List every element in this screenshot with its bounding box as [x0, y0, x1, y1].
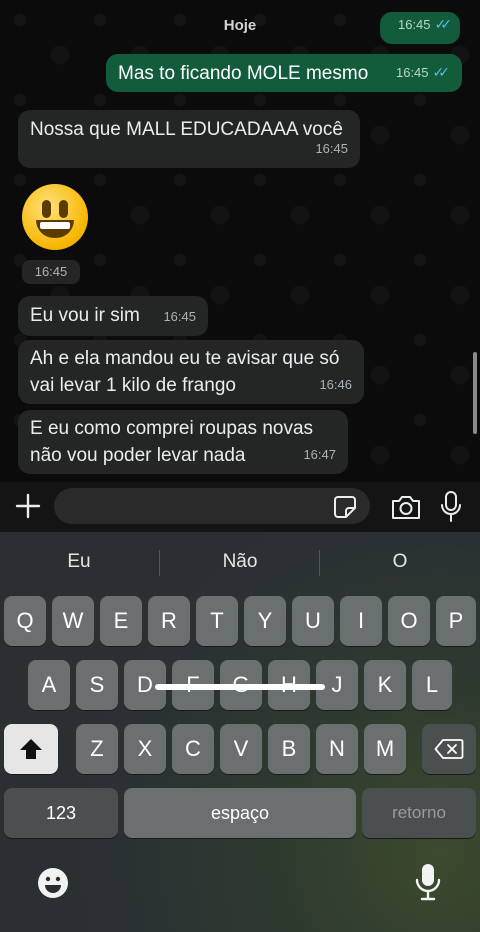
message-text-line: E eu como comprei roupas novas: [30, 418, 314, 439]
message-time: 16:45: [163, 309, 196, 324]
backspace-icon: [434, 739, 464, 759]
message-input-bar: [0, 482, 480, 532]
message-time: 16:47: [303, 447, 336, 462]
message-text: Nossa que MALL EDUCADAAA você: [30, 119, 343, 140]
shift-icon: [20, 739, 42, 759]
key-c[interactable]: C: [172, 724, 214, 774]
message-text-line: Ah e ela mandou eu te avisar que só: [30, 348, 340, 369]
camera-icon[interactable]: [390, 492, 422, 522]
key-k[interactable]: K: [364, 660, 406, 710]
key-a[interactable]: A: [28, 660, 70, 710]
key-s[interactable]: S: [76, 660, 118, 710]
home-indicator[interactable]: [155, 684, 325, 690]
message-time: 16:45: [315, 141, 348, 156]
message-text: Mas to ficando MOLE mesmo: [118, 63, 369, 84]
key-u[interactable]: U: [292, 596, 334, 646]
date-label: Hoje: [223, 17, 257, 34]
keyboard: Eu Não O Q W E R T Y U I O P A S D F G H…: [0, 532, 480, 932]
key-y[interactable]: Y: [244, 596, 286, 646]
shift-key[interactable]: [4, 724, 58, 774]
message-time: 16:45: [22, 260, 80, 284]
double-check-icon: ✓✓: [432, 64, 451, 80]
message-bubble-outgoing[interactable]: 16:45 ✓✓: [380, 12, 460, 44]
space-key[interactable]: espaço: [124, 788, 356, 838]
key-w[interactable]: W: [52, 596, 94, 646]
message-bubble-incoming[interactable]: Ah e ela mandou eu te avisar que só vai …: [18, 340, 364, 404]
message-time: 16:46: [319, 377, 352, 392]
message-text: Eu vou ir sim: [30, 305, 140, 326]
key-q[interactable]: Q: [4, 596, 46, 646]
message-bubble-incoming[interactable]: Nossa que MALL EDUCADAAA você 16:45: [18, 110, 360, 168]
key-t[interactable]: T: [196, 596, 238, 646]
emoji-icon[interactable]: [36, 866, 70, 900]
message-input[interactable]: [54, 488, 370, 524]
suggestion-item[interactable]: Eu: [0, 542, 158, 582]
suggestion-item[interactable]: Não: [160, 542, 320, 582]
suggestion-item[interactable]: O: [320, 542, 480, 582]
message-time: 16:45: [395, 65, 429, 80]
sticker-icon[interactable]: [332, 494, 358, 520]
message-bubble-incoming[interactable]: E eu como comprei roupas novas não vou p…: [18, 410, 348, 474]
return-key[interactable]: retorno: [362, 788, 476, 838]
message-bubble-outgoing[interactable]: Mas to ficando MOLE mesmo 16:45 ✓✓: [106, 54, 462, 92]
key-i[interactable]: I: [340, 596, 382, 646]
key-v[interactable]: V: [220, 724, 262, 774]
chat-area[interactable]: Hoje 16:45 ✓✓ Mas to ficando MOLE mesmo …: [0, 0, 480, 482]
smiley-emoji-message[interactable]: [22, 184, 88, 250]
dictation-icon[interactable]: [414, 862, 442, 902]
backspace-key[interactable]: [422, 724, 476, 774]
message-time: 16:45: [397, 17, 431, 32]
message-text-line: vai levar 1 kilo de frango: [30, 375, 236, 396]
key-l[interactable]: L: [412, 660, 452, 710]
message-text-line: não vou poder levar nada: [30, 445, 246, 466]
key-o[interactable]: O: [388, 596, 430, 646]
key-z[interactable]: Z: [76, 724, 118, 774]
mic-icon[interactable]: [438, 490, 464, 524]
numbers-key[interactable]: 123: [4, 788, 118, 838]
key-e[interactable]: E: [100, 596, 142, 646]
key-p[interactable]: P: [436, 596, 476, 646]
key-r[interactable]: R: [148, 596, 190, 646]
double-check-icon: ✓✓: [434, 16, 453, 32]
plus-icon[interactable]: [12, 490, 44, 522]
key-b[interactable]: B: [268, 724, 310, 774]
message-bubble-incoming[interactable]: Eu vou ir sim 16:45: [18, 296, 208, 336]
key-m[interactable]: M: [364, 724, 406, 774]
scroll-indicator[interactable]: [473, 352, 477, 434]
key-n[interactable]: N: [316, 724, 358, 774]
key-x[interactable]: X: [124, 724, 166, 774]
